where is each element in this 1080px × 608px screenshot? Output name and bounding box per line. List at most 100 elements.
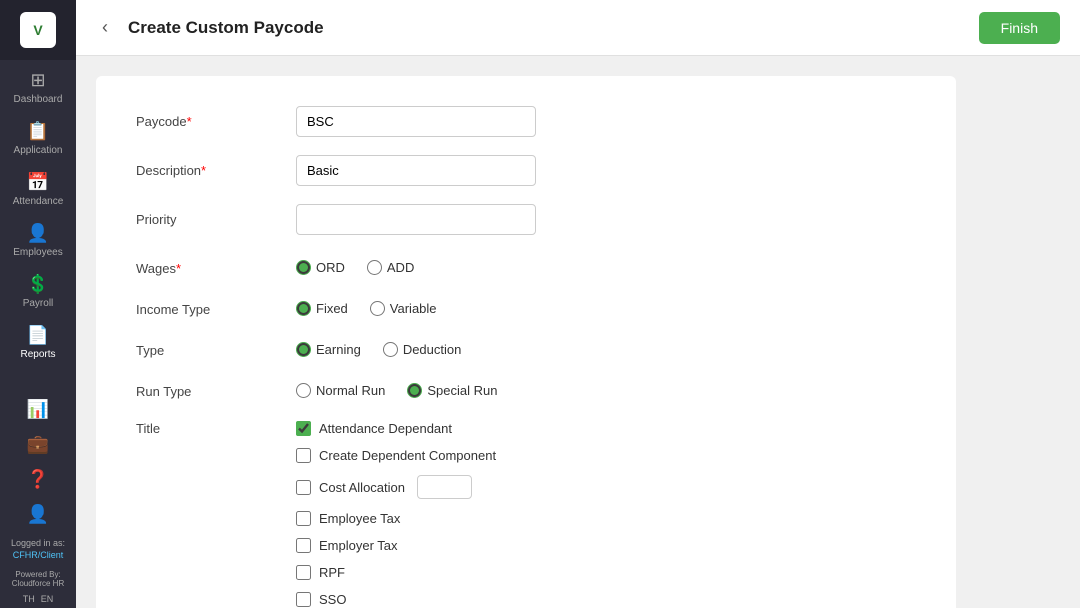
- page-title: Create Custom Paycode: [128, 18, 965, 38]
- dashboard-icon: ⊞: [30, 70, 45, 91]
- sidebar-item-payroll[interactable]: 💲 Payroll: [0, 264, 76, 315]
- sidebar-item-dashboard[interactable]: ⊞ Dashboard: [0, 60, 76, 111]
- employees-icon: 👤: [27, 223, 49, 244]
- type-options: Earning Deduction: [296, 335, 461, 357]
- powered-by: Powered By: Cloudforce HR: [8, 568, 68, 590]
- user-info: Logged in as: CFHR/Client: [3, 531, 73, 568]
- lang-th[interactable]: TH: [23, 594, 35, 604]
- finish-button[interactable]: Finish: [979, 12, 1060, 44]
- sidebar-item-label: Employees: [13, 247, 62, 258]
- language-selector: TH EN: [23, 590, 54, 608]
- logged-in-label: Logged in as:: [11, 537, 65, 550]
- income-fixed-label: Fixed: [316, 301, 348, 316]
- form-card: Paycode* Description* Priority Wages*: [96, 76, 956, 608]
- checkbox-sso-input[interactable]: [296, 592, 311, 607]
- sidebar-item-employees[interactable]: 👤 Employees: [0, 213, 76, 264]
- income-fixed[interactable]: Fixed: [296, 301, 348, 316]
- checkbox-employer-tax[interactable]: Employer Tax: [296, 538, 496, 553]
- priority-row: Priority: [136, 204, 916, 235]
- income-type-label: Income Type: [136, 294, 296, 317]
- checkbox-create-dependent[interactable]: Create Dependent Component: [296, 448, 496, 463]
- run-type-normal[interactable]: Normal Run: [296, 383, 385, 398]
- sidebar-item-label: Dashboard: [14, 94, 63, 105]
- priority-input[interactable]: [296, 204, 536, 235]
- wages-add[interactable]: ADD: [367, 260, 414, 275]
- help-icon: ❓: [27, 469, 49, 490]
- type-label: Type: [136, 335, 296, 358]
- sidebar-logo: V: [0, 0, 76, 60]
- rpf-label: RPF: [319, 565, 345, 580]
- run-type-row: Run Type Normal Run Special Run: [136, 376, 916, 399]
- wages-ord-label: ORD: [316, 260, 345, 275]
- checkbox-cost-allocation[interactable]: Cost Allocation: [296, 480, 405, 495]
- sidebar-item-label: Reports: [20, 349, 55, 360]
- wages-ord[interactable]: ORD: [296, 260, 345, 275]
- employer-tax-label: Employer Tax: [319, 538, 398, 553]
- income-variable-label: Variable: [390, 301, 437, 316]
- wages-label: Wages*: [136, 253, 296, 276]
- list-icon: 📊: [27, 399, 49, 420]
- description-input[interactable]: [296, 155, 536, 186]
- sidebar-item-reports[interactable]: 📄 Reports: [0, 315, 76, 366]
- description-label: Description*: [136, 155, 296, 178]
- income-type-row: Income Type Fixed Variable: [136, 294, 916, 317]
- sidebar-item-label: Attendance: [13, 196, 64, 207]
- attendance-icon: 📅: [27, 172, 49, 193]
- checkbox-sso[interactable]: SSO: [296, 592, 496, 607]
- reports-icon: 📄: [27, 325, 49, 346]
- checkbox-rpf-input[interactable]: [296, 565, 311, 580]
- checkbox-create-dependent-input[interactable]: [296, 448, 311, 463]
- type-row: Type Earning Deduction: [136, 335, 916, 358]
- type-earning[interactable]: Earning: [296, 342, 361, 357]
- employee-tax-label: Employee Tax: [319, 511, 400, 526]
- description-row: Description*: [136, 155, 916, 186]
- content-area: Paycode* Description* Priority Wages*: [76, 56, 1080, 608]
- paycode-input[interactable]: [296, 106, 536, 137]
- payroll-icon: 💲: [27, 274, 49, 295]
- profile-icon: 👤: [27, 504, 49, 525]
- run-type-special-label: Special Run: [427, 383, 497, 398]
- sidebar-item-list[interactable]: 📊: [0, 391, 76, 426]
- main-content: ‹ Create Custom Paycode Finish Paycode* …: [76, 0, 1080, 608]
- type-earning-label: Earning: [316, 342, 361, 357]
- checkbox-employer-tax-input[interactable]: [296, 538, 311, 553]
- type-deduction[interactable]: Deduction: [383, 342, 462, 357]
- income-variable[interactable]: Variable: [370, 301, 437, 316]
- checkbox-employee-tax[interactable]: Employee Tax: [296, 511, 496, 526]
- paycode-label: Paycode*: [136, 106, 296, 129]
- run-type-special[interactable]: Special Run: [407, 383, 497, 398]
- sidebar-item-attendance[interactable]: 📅 Attendance: [0, 162, 76, 213]
- run-type-options: Normal Run Special Run: [296, 376, 497, 398]
- checkbox-attendance-dependant-input[interactable]: [296, 421, 311, 436]
- title-checkboxes: Attendance Dependant Create Dependent Co…: [296, 417, 496, 607]
- sidebar: V ⊞ Dashboard 📋 Application 📅 Attendance…: [0, 0, 76, 608]
- checkbox-employee-tax-input[interactable]: [296, 511, 311, 526]
- sidebar-item-application[interactable]: 📋 Application: [0, 111, 76, 162]
- cost-allocation-row: Cost Allocation: [296, 475, 496, 499]
- back-button[interactable]: ‹: [96, 13, 114, 42]
- income-type-options: Fixed Variable: [296, 294, 437, 316]
- type-deduction-label: Deduction: [403, 342, 462, 357]
- cost-allocation-label: Cost Allocation: [319, 480, 405, 495]
- title-row: Title Attendance Dependant Create Depend…: [136, 417, 916, 607]
- checkbox-attendance-dependant[interactable]: Attendance Dependant: [296, 421, 496, 436]
- paycode-row: Paycode*: [136, 106, 916, 137]
- checkbox-rpf[interactable]: RPF: [296, 565, 496, 580]
- title-label: Title: [136, 417, 296, 436]
- sidebar-item-profile[interactable]: 👤: [0, 496, 76, 531]
- sidebar-item-briefcase[interactable]: 💼: [0, 426, 76, 461]
- run-type-normal-label: Normal Run: [316, 383, 385, 398]
- cost-allocation-input[interactable]: [417, 475, 472, 499]
- sidebar-item-label: Payroll: [23, 298, 54, 309]
- wages-options: ORD ADD: [296, 253, 414, 275]
- topbar: ‹ Create Custom Paycode Finish: [76, 0, 1080, 56]
- wages-row: Wages* ORD ADD: [136, 253, 916, 276]
- sidebar-item-label: Application: [14, 145, 63, 156]
- briefcase-icon: 💼: [27, 434, 49, 455]
- sidebar-item-help[interactable]: ❓: [0, 461, 76, 496]
- application-icon: 📋: [27, 121, 49, 142]
- username-label: CFHR/Client: [11, 549, 65, 562]
- checkbox-cost-allocation-input[interactable]: [296, 480, 311, 495]
- lang-en[interactable]: EN: [41, 594, 54, 604]
- sso-label: SSO: [319, 592, 346, 607]
